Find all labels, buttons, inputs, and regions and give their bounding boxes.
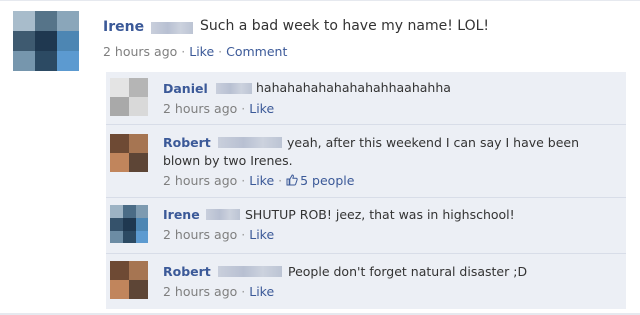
avatar-robert[interactable]: [110, 261, 148, 299]
avatar-irene-main[interactable]: [13, 11, 79, 71]
avatar-irene[interactable]: [110, 205, 148, 243]
frame-top: [0, 0, 640, 1]
comment-meta: 2 hours ago · Like: [163, 227, 274, 242]
comment-text-line1: yeah, after this weekend I can say I hav…: [287, 135, 580, 150]
comment-meta: 2 hours ago · Like: [163, 101, 274, 116]
meta-separator: ·: [241, 227, 246, 242]
redacted-surname: [216, 83, 252, 94]
meta-separator: ·: [241, 284, 246, 299]
post-author[interactable]: Irene: [103, 19, 144, 35]
comment-item: Irene SHUTUP ROB! jeez, that was in high…: [106, 198, 626, 253]
redacted-surname: [218, 266, 282, 277]
avatar-daniel[interactable]: [110, 78, 148, 116]
comment-item: Daniel hahahahahahahahahhaahahha 2 hours…: [106, 72, 626, 124]
comment-text-line2: blown by two Irenes.: [163, 153, 293, 168]
meta-separator: ·: [181, 44, 186, 59]
comment-item: Robert People don't forget natural disas…: [106, 254, 626, 309]
comment-text: SHUTUP ROB! jeez, that was in highschool…: [245, 207, 515, 222]
comment-text: hahahahahahahahahhaahahha: [256, 80, 451, 95]
comment-like-link[interactable]: Like: [249, 101, 274, 116]
post-text: Such a bad week to have my name! LOL!: [200, 18, 490, 34]
post-time[interactable]: 2 hours ago: [103, 44, 177, 59]
comment-author[interactable]: Irene: [163, 207, 200, 222]
meta-separator: ·: [241, 101, 246, 116]
thumbs-up-icon: [286, 174, 298, 186]
comment-time[interactable]: 2 hours ago: [163, 227, 237, 242]
comment-author[interactable]: Daniel: [163, 81, 208, 96]
post-meta: 2 hours ago · Like · Comment: [103, 44, 287, 59]
comment-item: Robert yeah, after this weekend I can sa…: [106, 125, 626, 197]
post-comment-link[interactable]: Comment: [226, 44, 287, 59]
comment-meta: 2 hours ago · Like · 5 people: [163, 173, 354, 188]
likes-count-link[interactable]: 5 people: [286, 173, 354, 188]
comment-meta: 2 hours ago · Like: [163, 284, 274, 299]
comment-time[interactable]: 2 hours ago: [163, 101, 237, 116]
post-like-link[interactable]: Like: [189, 44, 214, 59]
redacted-surname: [206, 209, 240, 220]
meta-separator: ·: [278, 173, 283, 188]
meta-separator: ·: [218, 44, 223, 59]
facebook-status-post: Irene Such a bad week to have my name! L…: [0, 0, 640, 315]
comment-like-link[interactable]: Like: [249, 173, 274, 188]
comment-time[interactable]: 2 hours ago: [163, 173, 237, 188]
redacted-surname: [218, 137, 282, 148]
comment-author[interactable]: Robert: [163, 135, 211, 150]
comment-like-link[interactable]: Like: [249, 284, 274, 299]
likes-count: 5 people: [300, 173, 355, 188]
comment-time[interactable]: 2 hours ago: [163, 284, 237, 299]
avatar-robert[interactable]: [110, 134, 148, 172]
meta-separator: ·: [241, 173, 246, 188]
comment-text: People don't forget natural disaster ;D: [288, 264, 528, 279]
comment-author[interactable]: Robert: [163, 264, 211, 279]
redacted-surname: [151, 22, 193, 34]
comment-like-link[interactable]: Like: [249, 227, 274, 242]
